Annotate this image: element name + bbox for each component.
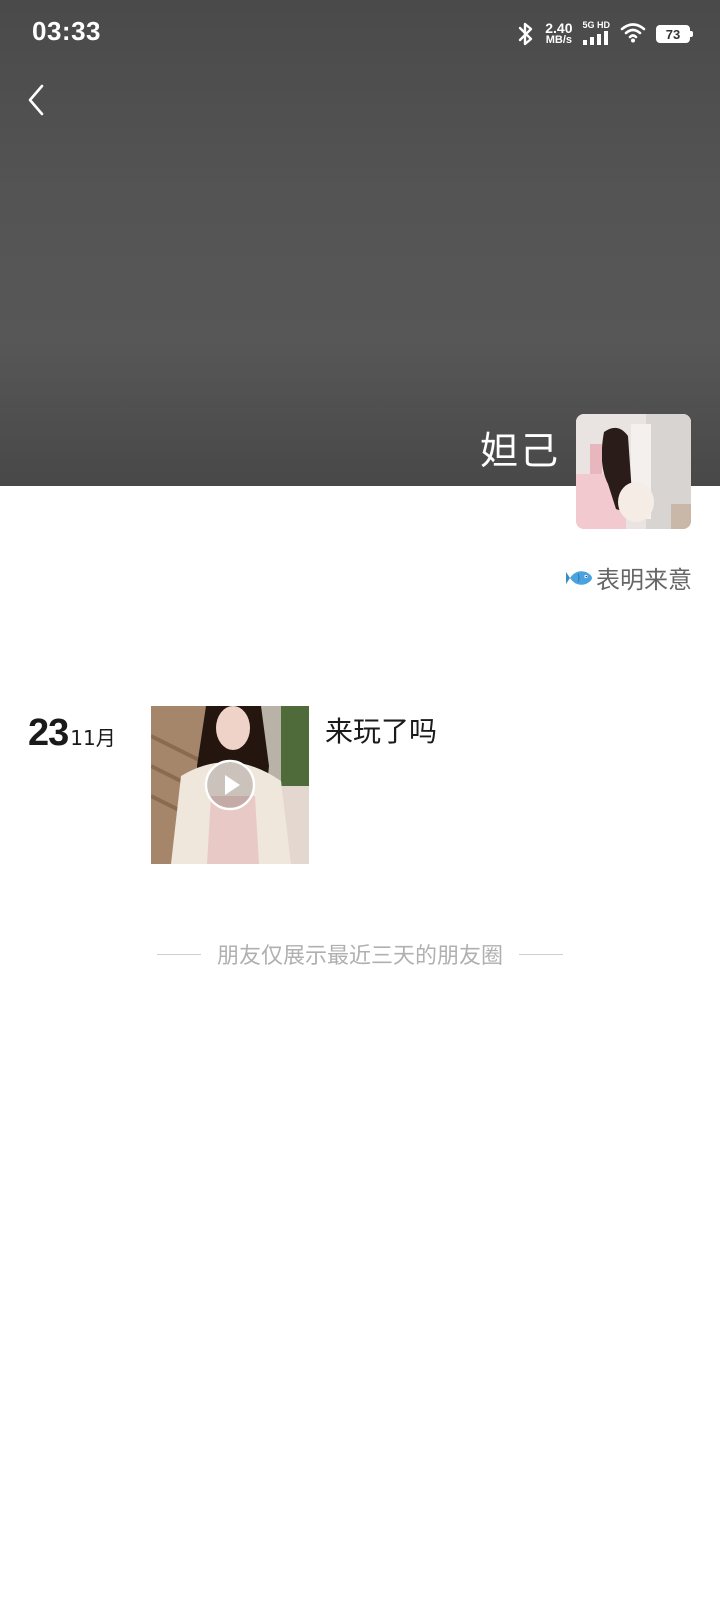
fish-icon	[566, 567, 594, 589]
express-intent-link[interactable]: 表明来意	[566, 560, 692, 595]
status-bar: 03:33 2.40 MB/s 5G HD 73	[0, 0, 720, 68]
visibility-notice: 朋友仅展示最近三天的朋友圈	[0, 938, 720, 970]
wifi-icon	[620, 21, 646, 47]
chevron-left-icon	[20, 84, 60, 124]
net-speed-unit: MB/s	[545, 34, 572, 46]
post-month: 11月	[70, 726, 116, 750]
divider-left	[156, 953, 201, 955]
profile-name: 妲己	[479, 429, 560, 473]
post-text[interactable]: 来玩了吗	[325, 710, 437, 750]
notice-text: 朋友仅展示最近三天的朋友圈	[216, 944, 503, 969]
net-speed: 2.40 MB/s	[545, 20, 573, 46]
intent-label: 表明来意	[596, 566, 692, 594]
play-icon	[204, 759, 256, 811]
divider-right	[519, 953, 563, 955]
battery-level: 73	[665, 26, 681, 42]
status-icons: 2.40 MB/s 5G HD 73	[517, 18, 693, 50]
signal-group: 5G HD	[582, 20, 610, 49]
status-time: 03:33	[32, 16, 101, 46]
signal-icon	[582, 30, 609, 49]
avatar[interactable]	[576, 414, 691, 529]
bluetooth-icon	[517, 22, 535, 46]
post-video-thumbnail[interactable]	[151, 706, 309, 864]
post-date: 23 11月	[28, 712, 116, 755]
battery-icon: 73	[656, 25, 693, 43]
network-tag: 5G HD	[582, 19, 610, 30]
post-day: 23	[28, 712, 69, 754]
back-button[interactable]	[20, 80, 60, 120]
net-speed-value: 2.40	[545, 20, 573, 36]
moments-profile-page: 03:33 2.40 MB/s 5G HD 73 妲己 表明来意 23 11月 …	[0, 0, 720, 1600]
